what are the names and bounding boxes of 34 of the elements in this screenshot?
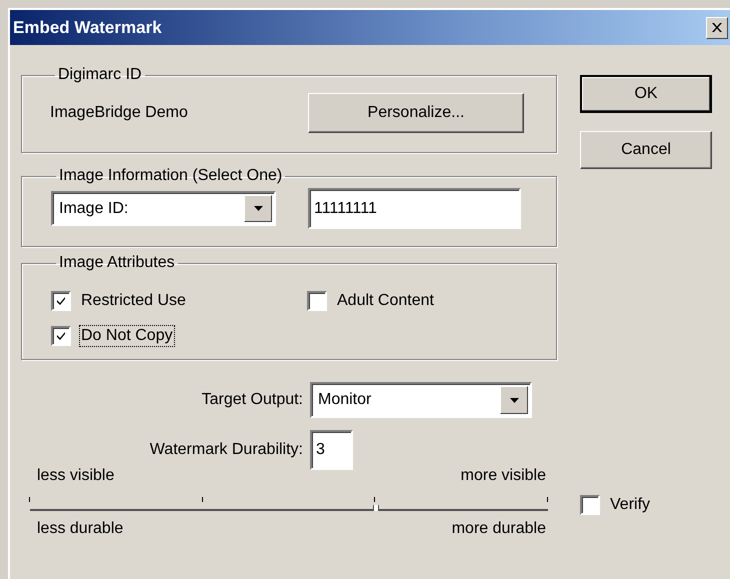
checkmark-icon bbox=[55, 295, 67, 307]
close-icon bbox=[712, 23, 722, 32]
group-label: Image Information (Select One) bbox=[58, 167, 284, 185]
close-button[interactable] bbox=[706, 16, 728, 38]
group-label: Digimarc ID bbox=[57, 66, 143, 84]
dialog-button[interactable]: OK bbox=[580, 75, 712, 113]
slider-label: more visible bbox=[460, 467, 546, 485]
checkbox[interactable] bbox=[307, 291, 327, 311]
checkbox-label[interactable]: Do Not Copy bbox=[79, 325, 175, 347]
window-title: Embed Watermark bbox=[12, 18, 162, 38]
id-input-field[interactable]: 11111111 bbox=[308, 188, 521, 229]
checkbox-label[interactable]: Restricted Use bbox=[79, 290, 188, 312]
caret-icon bbox=[254, 206, 262, 211]
slider-label: more durable bbox=[452, 520, 546, 538]
checkbox[interactable] bbox=[51, 291, 71, 311]
id-name: ImageBridge Demo bbox=[50, 104, 188, 122]
checkbox[interactable] bbox=[51, 326, 71, 346]
durability-input-field[interactable]: 3 bbox=[310, 430, 353, 470]
field-label: Target Output: bbox=[200, 391, 303, 409]
slider-track[interactable] bbox=[30, 497, 548, 511]
slider-thumb[interactable] bbox=[372, 505, 378, 511]
group-label: Image Attributes bbox=[58, 254, 176, 272]
checkbox-label[interactable]: Adult Content bbox=[335, 290, 436, 312]
dropdown[interactable]: Image ID: bbox=[51, 191, 276, 226]
dropdown[interactable]: Monitor bbox=[310, 382, 532, 418]
slider-label: less durable bbox=[37, 520, 124, 538]
checkbox-label[interactable]: Verify bbox=[608, 494, 652, 516]
slider-label: less visible bbox=[37, 467, 114, 485]
dialog-button[interactable]: Cancel bbox=[580, 131, 712, 169]
personalize-button[interactable]: Personalize... bbox=[308, 93, 524, 133]
caret-icon bbox=[510, 398, 518, 402]
checkbox[interactable] bbox=[580, 495, 600, 515]
checkmark-icon bbox=[55, 330, 67, 342]
field-label: Watermark Durability: bbox=[148, 441, 303, 459]
